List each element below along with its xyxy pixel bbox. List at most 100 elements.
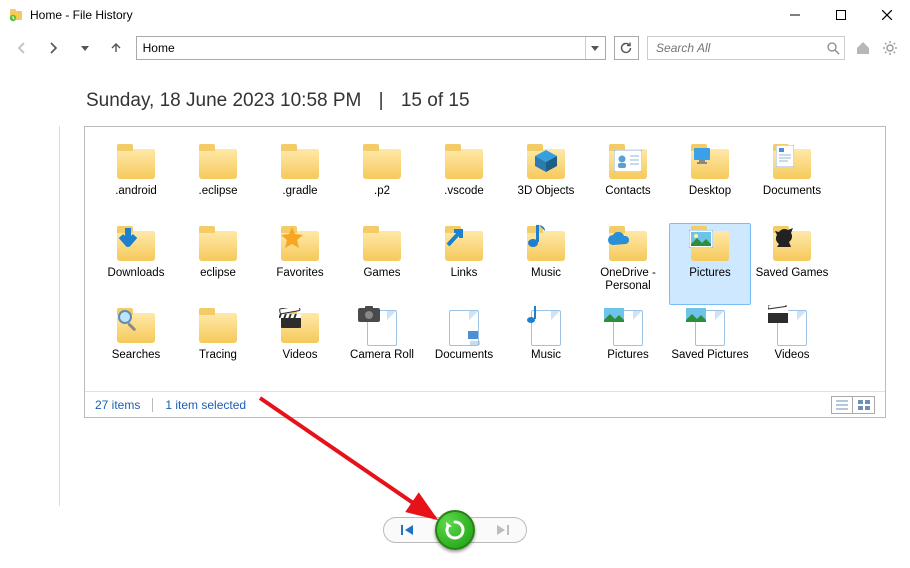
folder-item[interactable]: Links [423, 223, 505, 305]
file-icon [443, 310, 485, 346]
file-icon [525, 310, 567, 346]
item-label: Pictures [689, 267, 731, 280]
folder-item[interactable]: .android [95, 141, 177, 223]
refresh-button[interactable] [614, 36, 639, 60]
folder-item[interactable]: .p2 [341, 141, 423, 223]
folder-icon [689, 228, 731, 264]
folder-item[interactable]: Saved Games [751, 223, 833, 305]
file-icon [361, 310, 403, 346]
folder-item[interactable]: Favorites [259, 223, 341, 305]
item-label: Saved Games [756, 267, 829, 280]
file-item[interactable]: Saved Pictures [669, 305, 751, 387]
folder-icon [443, 146, 485, 182]
version-timestamp: Sunday, 18 June 2023 10:58 PM [86, 90, 361, 111]
file-item[interactable]: Pictures [587, 305, 669, 387]
next-version-button[interactable] [469, 517, 527, 543]
item-label: Games [363, 267, 400, 280]
item-label: .android [115, 185, 157, 198]
item-label: Tracing [199, 349, 237, 362]
folder-item[interactable]: Games [341, 223, 423, 305]
folder-item[interactable]: Downloads [95, 223, 177, 305]
restore-button[interactable] [435, 510, 475, 550]
back-button[interactable] [10, 36, 33, 60]
item-label: Documents [763, 185, 821, 198]
folder-item[interactable]: Desktop [669, 141, 751, 223]
folder-item[interactable]: Music [505, 223, 587, 305]
item-label: eclipse [200, 267, 236, 280]
chevron-down-icon [81, 46, 89, 51]
folder-item[interactable]: Contacts [587, 141, 669, 223]
item-label: 3D Objects [518, 185, 575, 198]
folder-item[interactable]: Documents [751, 141, 833, 223]
file-icon [771, 310, 813, 346]
item-label: Videos [283, 349, 318, 362]
search-box[interactable] [647, 36, 845, 60]
folder-item[interactable]: Pictures [669, 223, 751, 305]
file-item[interactable]: Videos [751, 305, 833, 387]
item-label: Documents [435, 349, 493, 362]
main-area: Sunday, 18 June 2023 10:58 PM | 15 of 15… [60, 66, 910, 568]
item-label: Links [451, 267, 478, 280]
folder-icon [115, 228, 157, 264]
file-item[interactable]: Music [505, 305, 587, 387]
version-position: 15 of 15 [401, 90, 470, 111]
selection-count: 1 item selected [165, 398, 246, 412]
minimize-button[interactable] [772, 0, 818, 30]
previous-version-button[interactable] [383, 517, 441, 543]
folder-icon [115, 310, 157, 346]
item-label: Downloads [108, 267, 165, 280]
home-icon[interactable] [853, 38, 873, 58]
title-bar: Home - File History [0, 0, 910, 30]
folder-icon [361, 146, 403, 182]
folder-icon [197, 310, 239, 346]
up-button[interactable] [104, 36, 127, 60]
status-bar: 27 items 1 item selected [85, 391, 885, 417]
folder-icon [115, 146, 157, 182]
item-label: Pictures [607, 349, 649, 362]
item-label: Favorites [276, 267, 323, 280]
folder-icon [771, 228, 813, 264]
maximize-button[interactable] [818, 0, 864, 30]
folder-item[interactable]: Tracing [177, 305, 259, 387]
folder-item[interactable]: Videos [259, 305, 341, 387]
icons-view-button[interactable] [853, 396, 875, 414]
folder-item[interactable]: .gradle [259, 141, 341, 223]
folder-icon [443, 228, 485, 264]
details-view-button[interactable] [831, 396, 853, 414]
folder-icon [525, 228, 567, 264]
folder-item[interactable]: eclipse [177, 223, 259, 305]
restore-icon [443, 518, 467, 542]
address-dropdown-button[interactable] [585, 37, 605, 59]
file-item[interactable]: Documents [423, 305, 505, 387]
recent-locations-button[interactable] [73, 36, 96, 60]
file-item[interactable]: Camera Roll [341, 305, 423, 387]
folder-icon [607, 228, 649, 264]
chevron-down-icon [591, 46, 599, 51]
address-input[interactable] [137, 37, 585, 59]
folder-item[interactable]: OneDrive - Personal [587, 223, 669, 305]
forward-button[interactable] [41, 36, 64, 60]
folder-icon [771, 146, 813, 182]
history-controls [383, 510, 527, 550]
close-button[interactable] [864, 0, 910, 30]
item-label: Camera Roll [350, 349, 414, 362]
gear-icon[interactable] [881, 38, 901, 58]
folder-item[interactable]: .vscode [423, 141, 505, 223]
folder-item[interactable]: .eclipse [177, 141, 259, 223]
side-pane [0, 126, 60, 506]
item-label: Videos [775, 349, 810, 362]
folder-icon [197, 146, 239, 182]
skip-forward-icon [495, 523, 511, 537]
item-label: .gradle [282, 185, 317, 198]
skip-back-icon [399, 523, 415, 537]
address-bar[interactable] [136, 36, 606, 60]
items-grid: .android .eclipse .gradle .p2 .vscode 3D Obje… [85, 127, 885, 417]
item-label: .p2 [374, 185, 390, 198]
folder-item[interactable]: Searches [95, 305, 177, 387]
content-pane: .android .eclipse .gradle .p2 .vscode 3D Obje… [84, 126, 886, 418]
folder-item[interactable]: 3D Objects [505, 141, 587, 223]
app-icon [8, 7, 24, 23]
search-icon [821, 41, 844, 55]
item-label: Saved Pictures [671, 349, 748, 362]
search-input[interactable] [648, 41, 821, 55]
